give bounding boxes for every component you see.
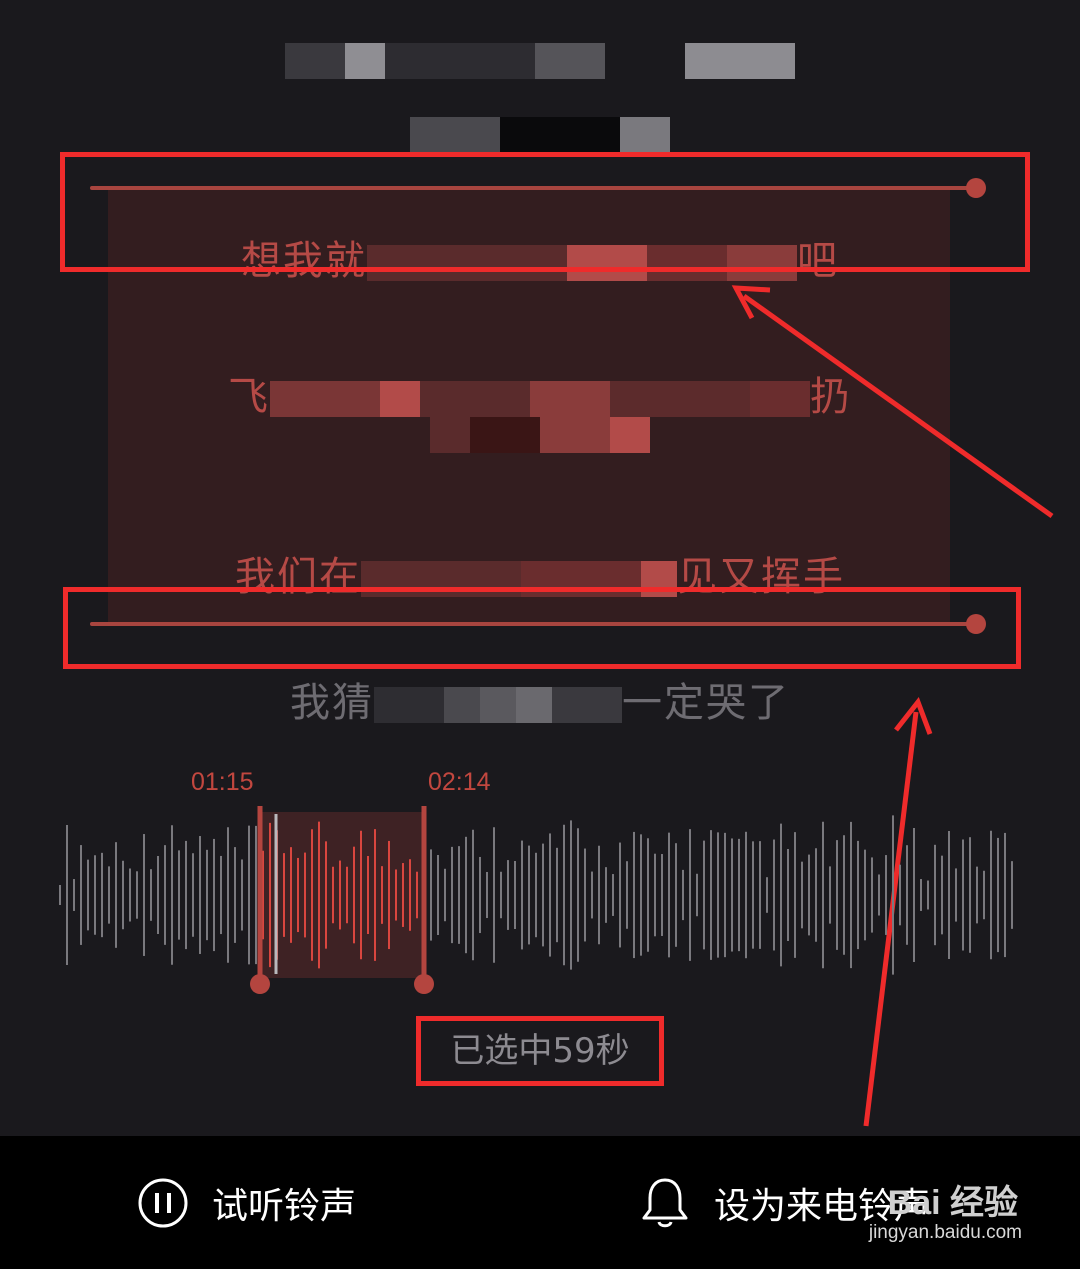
- annotation-arrow-upper: [742, 293, 1054, 519]
- bell-icon: [642, 1178, 688, 1227]
- preview-ringtone-button[interactable]: 试听铃声: [136, 1136, 356, 1269]
- waveform-start-time: 01:15: [191, 768, 254, 796]
- waveform-end-time: 02:14: [428, 768, 491, 796]
- pause-icon: [138, 1178, 188, 1227]
- watermark-brand: Bai 经验: [887, 1184, 1018, 1222]
- audio-waveform[interactable]: [0, 800, 1080, 1000]
- selected-duration: 已选中59秒: [450, 1031, 630, 1071]
- waveform-right-handle-knob: [414, 974, 434, 994]
- watermark-url: jingyan.baidu.com: [868, 1222, 1022, 1243]
- preview-ringtone-label: 试听铃声: [212, 1185, 357, 1227]
- waveform-left-handle-knob: [250, 974, 270, 994]
- waveform-selection-region: [262, 812, 424, 978]
- set-ringtone-button[interactable]: 设为来电铃声: [638, 1136, 930, 1269]
- waveform-bars: [59, 815, 1013, 975]
